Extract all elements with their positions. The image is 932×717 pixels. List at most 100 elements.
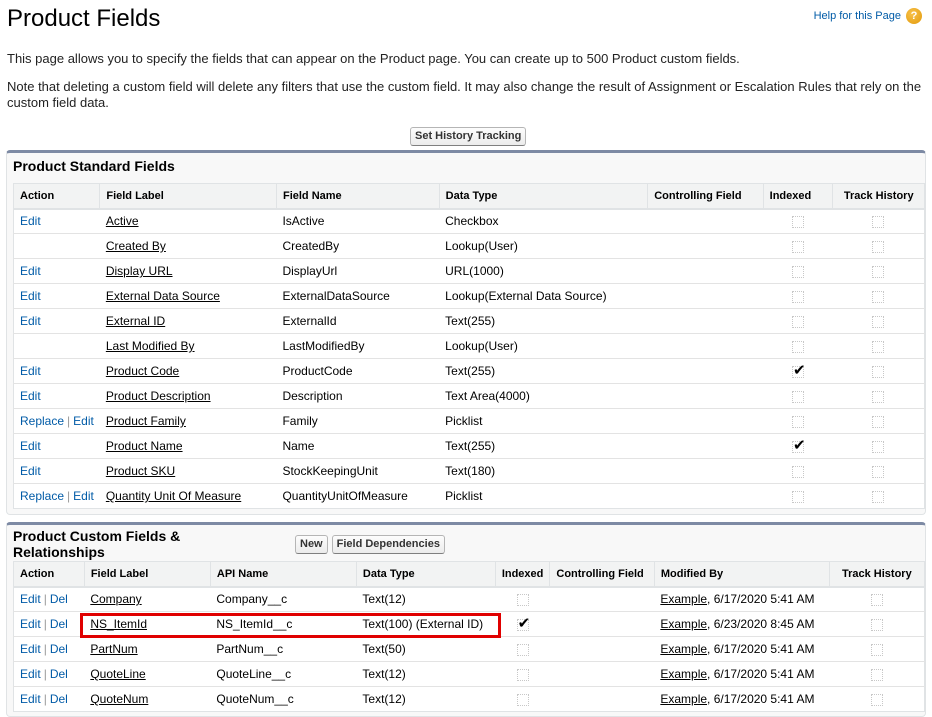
field-label-link[interactable]: External ID xyxy=(106,314,165,328)
modified-by-user-link[interactable]: Example xyxy=(660,667,707,681)
del-link[interactable]: Del xyxy=(50,642,68,656)
field-name-cell: ExternalDataSource xyxy=(276,283,440,309)
field-label-link[interactable]: External Data Source xyxy=(106,289,220,303)
empty-checkbox-icon xyxy=(872,265,885,278)
field-dependencies-button[interactable]: Field Dependencies xyxy=(331,535,445,554)
table-row: Edit Active IsActive Checkbox xyxy=(13,208,925,234)
data-type-cell: Text Area(4000) xyxy=(439,383,648,409)
edit-link[interactable]: Edit xyxy=(20,692,41,706)
edit-link[interactable]: Edit xyxy=(20,364,41,378)
action-cell: Edit xyxy=(13,308,100,334)
help-link[interactable]: Help for this Page ? xyxy=(814,8,922,24)
del-link[interactable]: Del xyxy=(50,617,68,631)
edit-link[interactable]: Edit xyxy=(73,414,94,428)
edit-link[interactable]: Edit xyxy=(20,464,41,478)
modified-by-user-link[interactable]: Example xyxy=(660,617,707,631)
empty-checkbox-icon xyxy=(792,390,805,403)
empty-checkbox-icon xyxy=(872,290,885,303)
controlling-field-cell xyxy=(647,308,764,334)
data-type-cell: Lookup(User) xyxy=(439,233,648,259)
field-label-link[interactable]: QuoteLine xyxy=(90,667,145,681)
column-header-action[interactable]: Action xyxy=(13,183,101,210)
field-label-cell: Display URL xyxy=(99,258,277,284)
edit-link[interactable]: Edit xyxy=(20,617,41,631)
column-header-modified-by[interactable]: Modified By xyxy=(654,561,830,588)
field-label-link[interactable]: Product Code xyxy=(106,364,179,378)
del-link[interactable]: Del xyxy=(50,667,68,681)
column-header-track-history[interactable]: Track History xyxy=(832,183,925,210)
field-label-link[interactable]: Product Name xyxy=(106,439,183,453)
api-name-cell: NS_ItemId__c xyxy=(210,611,357,637)
modified-by-user-link[interactable]: Example xyxy=(660,692,707,706)
column-header-data-type[interactable]: Data Type xyxy=(356,561,496,588)
edit-link[interactable]: Edit xyxy=(20,214,41,228)
edit-link[interactable]: Edit xyxy=(20,667,41,681)
empty-checkbox-icon xyxy=(792,315,805,328)
indexed-cell xyxy=(495,661,550,687)
custom-fields-table: Action Field Label API Name Data Type Indexe… xyxy=(13,561,925,712)
field-label-link[interactable]: Display URL xyxy=(106,264,173,278)
column-header-indexed[interactable]: Indexed xyxy=(763,183,834,210)
modified-by-cell: Example, 6/17/2020 5:41 AM xyxy=(654,586,830,612)
action-cell: Edit xyxy=(13,258,100,284)
help-link-label: Help for this Page xyxy=(813,10,901,22)
field-label-link[interactable]: Quantity Unit Of Measure xyxy=(106,489,241,503)
standard-fields-table: Action Field Label Field Name Data Type Cont… xyxy=(13,183,925,509)
column-header-field-label[interactable]: Field Label xyxy=(99,183,277,210)
replace-link[interactable]: Replace xyxy=(20,414,64,428)
field-label-link[interactable]: NS_ItemId xyxy=(90,617,147,631)
field-label-link[interactable]: Last Modified By xyxy=(106,339,195,353)
edit-link[interactable]: Edit xyxy=(20,314,41,328)
column-header-field-label[interactable]: Field Label xyxy=(84,561,211,588)
column-header-controlling-field[interactable]: Controlling Field xyxy=(549,561,655,588)
table-row: Edit | Del NS_ItemId NS_ItemId__c Text(100) (… xyxy=(13,611,925,637)
field-label-cell: Created By xyxy=(99,233,277,259)
field-label-link[interactable]: Company xyxy=(90,592,141,606)
empty-checkbox-icon xyxy=(792,290,805,303)
column-header-api-name[interactable]: API Name xyxy=(210,561,357,588)
set-history-tracking-button[interactable]: Set History Tracking xyxy=(410,127,527,146)
new-field-button[interactable]: New xyxy=(295,535,328,554)
field-name-cell: ExternalId xyxy=(276,308,440,334)
field-label-link[interactable]: Product SKU xyxy=(106,464,175,478)
del-link[interactable]: Del xyxy=(50,692,68,706)
action-cell: Edit xyxy=(13,283,100,309)
empty-checkbox-icon xyxy=(872,365,885,378)
track-history-cell xyxy=(829,636,925,662)
action-separator: | xyxy=(43,592,47,607)
replace-link[interactable]: Replace xyxy=(20,489,64,503)
controlling-field-cell xyxy=(549,611,655,637)
edit-link[interactable]: Edit xyxy=(20,439,41,453)
field-label-link[interactable]: Created By xyxy=(106,239,166,253)
table-row: Edit Display URL DisplayUrl URL(1000) xyxy=(13,258,925,284)
indexed-cell xyxy=(763,358,833,384)
column-header-data-type[interactable]: Data Type xyxy=(439,183,649,210)
field-label-link[interactable]: PartNum xyxy=(90,642,137,656)
field-label-cell: Product Code xyxy=(99,358,277,384)
column-header-action[interactable]: Action xyxy=(13,561,85,588)
data-type-cell: Text(50) xyxy=(356,636,496,662)
field-label-link[interactable]: Product Description xyxy=(106,389,211,403)
modified-by-user-link[interactable]: Example xyxy=(660,642,707,656)
field-label-link[interactable]: Active xyxy=(106,214,139,228)
edit-link[interactable]: Edit xyxy=(73,489,94,503)
edit-link[interactable]: Edit xyxy=(20,389,41,403)
empty-checkbox-icon xyxy=(792,340,805,353)
custom-fields-block: Product Custom Fields & Relationships Ne… xyxy=(6,522,926,717)
column-header-field-name[interactable]: Field Name xyxy=(276,183,440,210)
column-header-track-history[interactable]: Track History xyxy=(829,561,925,588)
column-header-indexed[interactable]: Indexed xyxy=(495,561,551,588)
controlling-field-cell xyxy=(647,333,764,359)
edit-link[interactable]: Edit xyxy=(20,592,41,606)
column-header-controlling-field[interactable]: Controlling Field xyxy=(647,183,764,210)
edit-link[interactable]: Edit xyxy=(20,264,41,278)
edit-link[interactable]: Edit xyxy=(20,642,41,656)
empty-checkbox-icon xyxy=(792,465,805,478)
field-label-link[interactable]: QuoteNum xyxy=(90,692,148,706)
del-link[interactable]: Del xyxy=(50,592,68,606)
edit-link[interactable]: Edit xyxy=(20,289,41,303)
action-cell: Edit xyxy=(13,383,100,409)
field-label-link[interactable]: Product Family xyxy=(106,414,186,428)
field-name-cell: QuantityUnitOfMeasure xyxy=(282,489,408,503)
modified-by-user-link[interactable]: Example xyxy=(660,592,707,606)
